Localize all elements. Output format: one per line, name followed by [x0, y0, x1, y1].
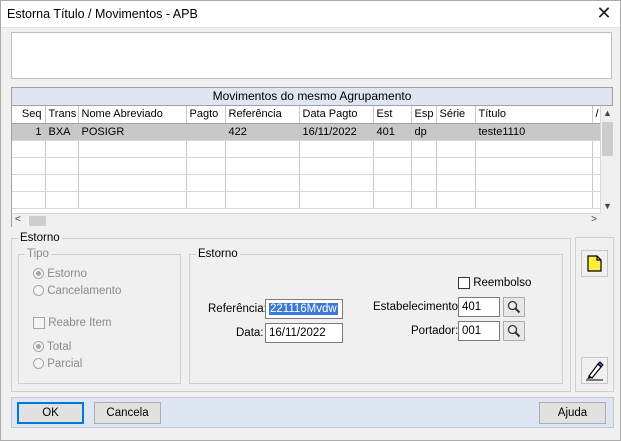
reabre-item-checkbox[interactable]: Reabre Item — [33, 317, 111, 329]
radio-cancelamento[interactable]: Cancelamento — [33, 285, 121, 297]
vertical-scrollbar[interactable]: ▲ ▼ — [600, 106, 613, 213]
help-button[interactable]: Ajuda — [539, 402, 606, 424]
radio-parcial-indicator[interactable] — [33, 358, 44, 370]
title-bar: Estorna Título / Movimentos - APB ✕ — [0, 0, 621, 28]
col-header-nome-abreviado[interactable]: Nome Abreviado — [78, 106, 187, 124]
radio-cancelamento-indicator[interactable] — [33, 285, 44, 297]
data-label: Data: — [236, 327, 264, 339]
reembolso-label: Reembolso — [473, 277, 532, 290]
table-row[interactable] — [12, 174, 601, 192]
radio-estorno-label: Estorno — [47, 268, 87, 280]
radio-parcial[interactable]: Parcial — [33, 358, 82, 370]
cell-referencia: 422 — [225, 123, 300, 141]
cell-pagto — [186, 123, 226, 141]
referencia-label: Referência: — [208, 303, 267, 315]
tipo-legend: Tipo — [27, 248, 49, 260]
radio-parcial-label: Parcial — [47, 358, 83, 370]
portador-label: Portador: — [411, 325, 459, 337]
col-header-est[interactable]: Est — [373, 106, 412, 124]
cell-nome-abreviado: POSIGR — [78, 123, 187, 141]
close-icon[interactable]: ✕ — [593, 3, 615, 25]
estabelecimento-label: Estabelecimento: — [373, 301, 462, 313]
new-document-button[interactable] — [581, 250, 608, 277]
estabelecimento-lookup-button[interactable] — [503, 297, 525, 317]
scroll-down-icon[interactable]: ▼ — [601, 201, 614, 211]
cell-data-pagto: 16/11/2022 — [299, 123, 374, 141]
cell-est: 401 — [373, 123, 412, 141]
cell-titulo: teste1110 — [475, 123, 593, 141]
cell-serie — [436, 123, 476, 141]
scroll-corner — [600, 213, 613, 227]
col-header-esp[interactable]: Esp — [411, 106, 437, 124]
scroll-up-icon[interactable]: ▲ — [601, 108, 614, 118]
new-document-icon — [587, 255, 602, 272]
cell-trans: BXA — [45, 123, 79, 141]
data-input[interactable]: 16/11/2022 — [265, 323, 343, 343]
horizontal-scrollbar[interactable]: < > — [12, 213, 600, 227]
table-row[interactable]: 1 BXA POSIGR 422 16/11/2022 401 dp teste… — [12, 123, 601, 141]
radio-total[interactable]: Total — [33, 341, 71, 353]
cancel-button[interactable]: Cancela — [94, 402, 161, 424]
reabre-item-box[interactable] — [33, 317, 45, 329]
reembolso-checkbox[interactable]: Reembolso — [458, 277, 531, 289]
radio-total-label: Total — [47, 341, 72, 353]
radio-estorno-indicator[interactable] — [33, 268, 44, 280]
estorno-group-legend: Estorno — [20, 232, 60, 244]
ok-button[interactable]: OK — [17, 402, 84, 424]
table-row[interactable] — [12, 157, 601, 175]
movements-table[interactable]: Seq Trans Nome Abreviado Pagto Referênci… — [12, 106, 601, 209]
col-header-serie[interactable]: Série — [436, 106, 476, 124]
grid-header-row: Seq Trans Nome Abreviado Pagto Referênci… — [12, 106, 601, 124]
cell-extra — [592, 123, 601, 141]
grid-caption: Movimentos do mesmo Agrupamento — [12, 88, 612, 106]
message-area[interactable] — [11, 32, 612, 79]
col-header-seq[interactable]: Seq — [12, 106, 46, 124]
col-header-titulo[interactable]: Título — [475, 106, 593, 124]
portador-lookup-button[interactable] — [503, 321, 525, 341]
reembolso-box[interactable] — [458, 277, 470, 289]
radio-estorno[interactable]: Estorno — [33, 268, 87, 280]
portador-input[interactable]: 001 — [458, 321, 500, 341]
referencia-input-value: 221116Mvdw — [269, 303, 338, 315]
window-title: Estorna Título / Movimentos - APB — [7, 7, 198, 21]
radio-total-indicator[interactable] — [33, 341, 44, 353]
col-header-data-pagto[interactable]: Data Pagto — [299, 106, 374, 124]
horizontal-scroll-thumb[interactable] — [29, 216, 46, 226]
zoom-icon — [507, 300, 521, 314]
vertical-scroll-thumb[interactable] — [602, 122, 613, 156]
table-row[interactable] — [12, 140, 601, 158]
estorno-detail-legend: Estorno — [198, 248, 238, 260]
col-header-referencia[interactable]: Referência — [225, 106, 300, 124]
col-header-trans[interactable]: Trans — [45, 106, 79, 124]
radio-cancelamento-label: Cancelamento — [47, 285, 122, 297]
scroll-left-icon[interactable]: < — [15, 214, 21, 225]
reabre-item-label: Reabre Item — [48, 317, 112, 330]
col-header-more[interactable]: / — [592, 106, 601, 124]
side-tool-panel — [575, 237, 614, 392]
edit-button[interactable] — [581, 357, 608, 384]
zoom-icon — [507, 324, 521, 338]
cell-esp: dp — [411, 123, 437, 141]
estabelecimento-input[interactable]: 401 — [458, 297, 500, 317]
cell-seq: 1 — [12, 123, 46, 141]
edit-pen-icon — [586, 361, 604, 381]
referencia-input[interactable]: 221116Mvdw — [265, 299, 343, 319]
table-row[interactable] — [12, 191, 601, 209]
col-header-pagto[interactable]: Pagto — [186, 106, 226, 124]
scroll-right-icon[interactable]: > — [591, 214, 597, 225]
movements-grid[interactable]: Movimentos do mesmo Agrupamento Seq Tran… — [11, 87, 613, 227]
